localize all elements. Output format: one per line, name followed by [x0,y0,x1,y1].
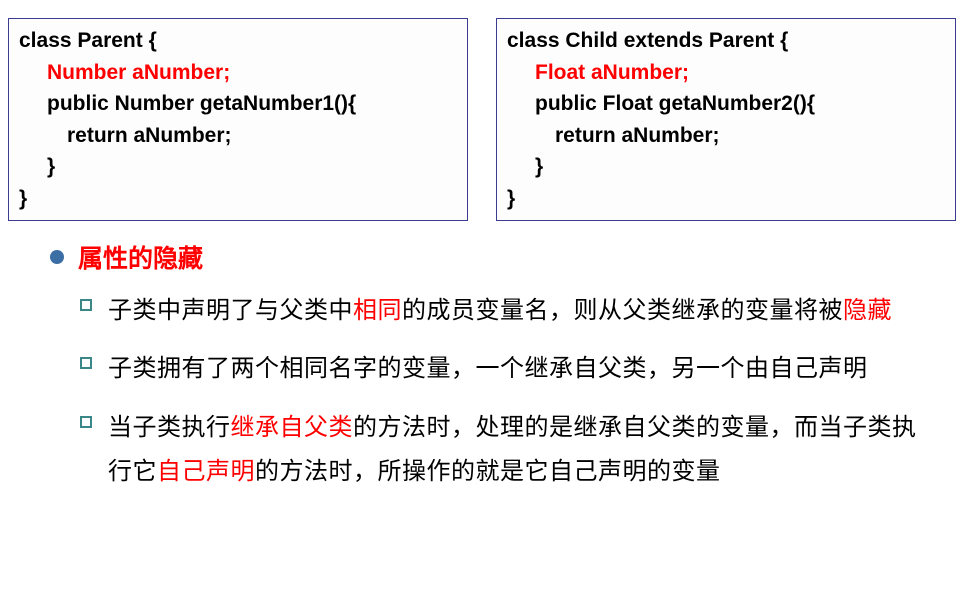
code-line: } [507,151,945,183]
code-line: Float aNumber; [507,57,945,89]
code-line: Number aNumber; [19,57,457,89]
code-box-parent: class Parent { Number aNumber; public Nu… [8,18,468,221]
code-row: class Parent { Number aNumber; public Nu… [8,18,956,221]
heading-row: 属性的隐藏 [50,239,936,275]
item-text: 子类拥有了两个相同名字的变量，一个继承自父类，另一个由自己声明 [108,347,868,391]
list-item: 子类拥有了两个相同名字的变量，一个继承自父类，另一个由自己声明 [50,347,936,391]
code-box-child: class Child extends Parent { Float aNumb… [496,18,956,221]
code-line: return aNumber; [507,120,945,152]
code-line: return aNumber; [19,120,457,152]
square-bullet-icon [80,416,92,428]
code-line: public Number getaNumber1(){ [19,88,457,120]
square-bullet-icon [80,357,92,369]
list-item: 当子类执行继承自父类的方法时，处理的是继承自父类的变量，而当子类执行它自己声明的… [50,406,936,495]
code-line: } [507,183,945,215]
square-bullet-icon [80,299,92,311]
disc-bullet-icon [50,250,64,264]
code-line: } [19,183,457,215]
bullet-section: 属性的隐藏 子类中声明了与父类中相同的成员变量名，则从父类继承的变量将被隐藏 子… [8,239,956,495]
heading-text: 属性的隐藏 [78,239,203,275]
code-line: public Float getaNumber2(){ [507,88,945,120]
code-line: class Child extends Parent { [507,25,945,57]
code-line: class Parent { [19,25,457,57]
item-text: 当子类执行继承自父类的方法时，处理的是继承自父类的变量，而当子类执行它自己声明的… [108,406,936,495]
list-item: 子类中声明了与父类中相同的成员变量名，则从父类继承的变量将被隐藏 [50,289,936,333]
code-line: } [19,151,457,183]
item-text: 子类中声明了与父类中相同的成员变量名，则从父类继承的变量将被隐藏 [108,289,892,333]
